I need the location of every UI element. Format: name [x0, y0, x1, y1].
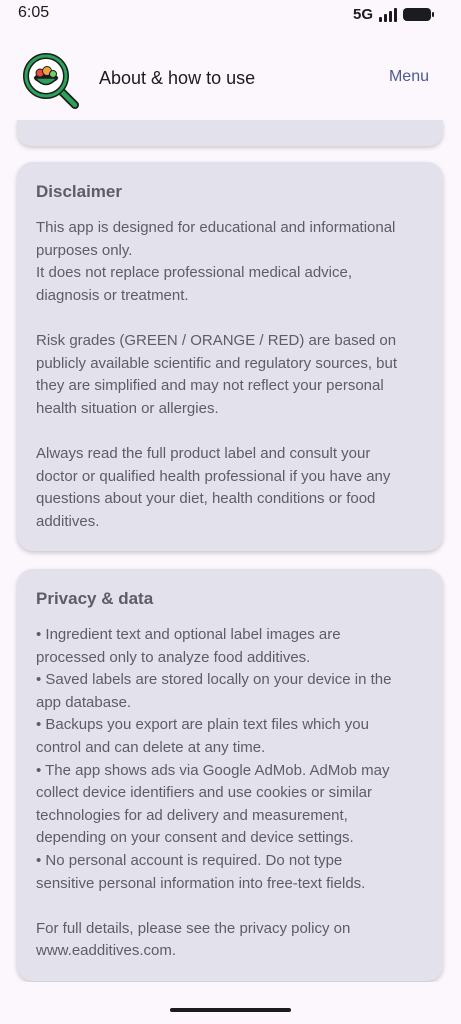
disclaimer-card: Disclaimer This app is designed for educ… — [17, 162, 443, 552]
text-line: health situation or allergies. — [36, 399, 219, 417]
text-line: • Ingredient text and optional label ima… — [36, 626, 341, 643]
privacy-title: Privacy & data — [36, 589, 154, 608]
text-line: doctor or qualified health professional … — [36, 467, 391, 485]
text-line: depending on your consent and device set… — [36, 829, 354, 847]
privacy-paragraph: • Ingredient text and optional label ima… — [36, 624, 424, 895]
text-line: This app is designed for educational and… — [36, 219, 396, 236]
food-magnifier-icon — [22, 52, 80, 110]
disclaimer-paragraph: Always read the full product label and c… — [36, 443, 424, 533]
text-line: diagnosis or treatment. — [36, 286, 189, 304]
text-line: • Saved labels are stored locally on you… — [36, 671, 392, 689]
disclaimer-body: This app is designed for educational and… — [36, 217, 424, 533]
disclaimer-title: Disclaimer — [36, 182, 122, 201]
page-title: About & how to use — [99, 68, 256, 88]
text-line: www.eadditives.com. — [36, 942, 177, 960]
text-line: • No personal account is required. Do no… — [36, 851, 343, 869]
privacy-paragraph: For full details, please see the privacy… — [36, 918, 424, 963]
text-line: technologies for ad delivery and measure… — [36, 806, 348, 824]
status-time: 6:05 — [18, 4, 50, 21]
status-icons: 5G — [352, 6, 434, 23]
text-line: questions about your diet, health condit… — [36, 490, 376, 508]
signal-icon — [379, 7, 397, 22]
menu-button[interactable]: Menu — [389, 68, 429, 86]
privacy-card: Privacy & data • Ingredient text and opt… — [17, 569, 443, 981]
text-line: collect device identifiers and use cooki… — [36, 784, 372, 802]
text-line: Always read the full product label and c… — [36, 444, 371, 462]
text-line: • The app shows ads via Google AdMob. Ad… — [36, 761, 390, 779]
gesture-nav-handle[interactable] — [170, 1008, 291, 1012]
text-line: they are simplified and may not reflect … — [36, 377, 384, 395]
text-line: It does not replace professional medical… — [36, 264, 353, 282]
battery-icon — [403, 8, 434, 21]
text-line: Risk grades (GREEN / ORANGE / RED) are b… — [36, 331, 397, 349]
disclaimer-paragraph: This app is designed for educational and… — [36, 217, 424, 307]
status-bar: 6:05 5G — [0, 0, 461, 30]
text-line: purposes only. — [36, 241, 133, 259]
text-line: control and can delete at any time. — [36, 738, 266, 756]
app-bar: About & how to use Menu — [0, 40, 461, 116]
text-line: For full details, please see the privacy… — [36, 919, 351, 937]
text-line: processed only to analyze food additives… — [36, 648, 311, 666]
text-line: sensitive personal information into free… — [36, 874, 366, 892]
network-type-label: 5G — [352, 6, 373, 23]
text-line: app database. — [36, 693, 132, 711]
previous-card — [17, 120, 443, 146]
disclaimer-paragraph: Risk grades (GREEN / ORANGE / RED) are b… — [36, 330, 424, 420]
privacy-body: • Ingredient text and optional label ima… — [36, 624, 424, 963]
text-line: publicly available scientific and regula… — [36, 354, 398, 372]
content-scroll-area[interactable]: Disclaimer This app is designed for educ… — [0, 120, 461, 982]
text-line: • Backups you export are plain text file… — [36, 716, 369, 734]
text-line: additives. — [36, 512, 100, 530]
